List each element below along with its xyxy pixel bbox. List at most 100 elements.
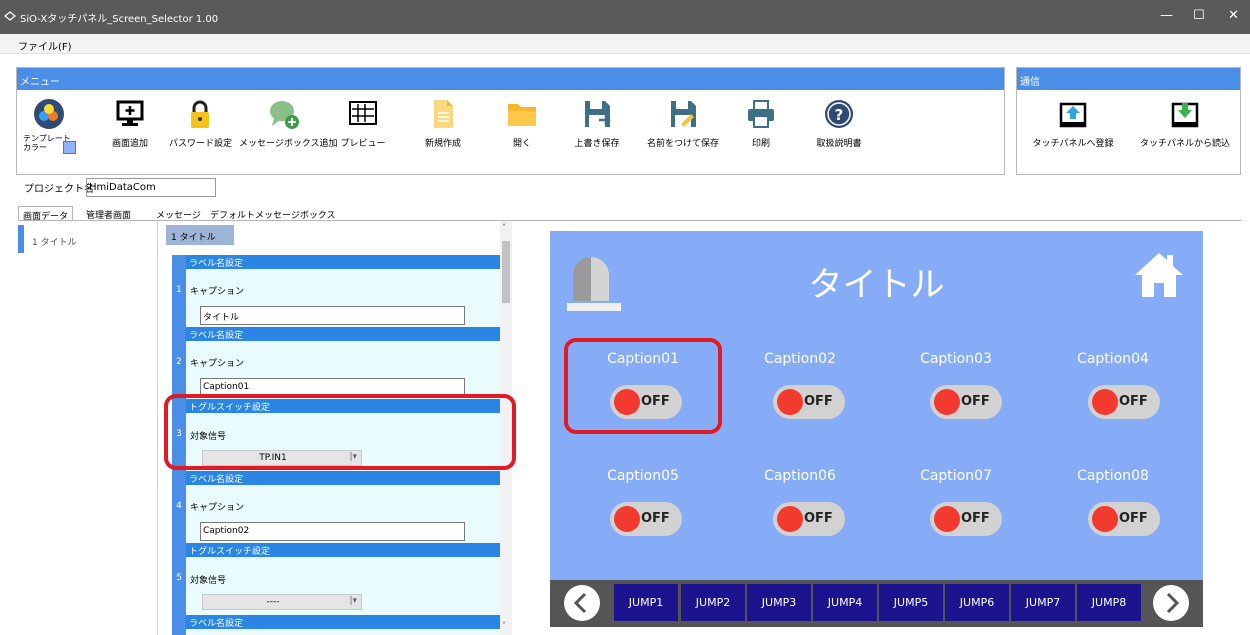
jump-button[interactable]: JUMP3: [747, 584, 811, 621]
jump-button[interactable]: JUMP6: [945, 584, 1009, 621]
editor-header: 1 タイトル: [166, 225, 234, 245]
section-header: ラベル名設定: [186, 471, 501, 485]
download-icon: [1171, 102, 1199, 128]
jump-button[interactable]: JUMP1: [614, 584, 678, 621]
save-icon: [585, 101, 611, 127]
toggle-switch[interactable]: OFF: [930, 502, 1002, 536]
selection-indicator: [18, 225, 24, 253]
project-name-label: プロジェクト名: [24, 184, 94, 195]
open-button[interactable]: 開く: [497, 98, 547, 150]
print-button[interactable]: 印刷: [737, 98, 785, 150]
scroll-up-icon[interactable]: ˄: [502, 223, 506, 232]
jump-button[interactable]: JUMP8: [1077, 584, 1141, 621]
menu-group: メニュー テンプレート カラー 画面追加 パスワード設定 メッセージボックス追加: [16, 67, 1005, 175]
project-name-input[interactable]: HmiDataCom: [86, 178, 216, 197]
row-number: 1: [172, 255, 186, 327]
read-from-panel-button[interactable]: タッチパネルから読込: [1137, 98, 1233, 150]
file-menu[interactable]: ファイル(F): [18, 38, 72, 53]
caption-input[interactable]: Caption02: [200, 522, 465, 541]
section-header: トグルスイッチ設定: [186, 543, 501, 557]
tool-label: テンプレート カラー: [23, 134, 71, 152]
jump-button[interactable]: JUMP2: [681, 584, 745, 621]
comm-group: 通信 タッチパネルへ登録 タッチパネルから読込: [1016, 67, 1241, 175]
toggle-switch[interactable]: OFF: [610, 502, 682, 536]
jump-button[interactable]: JUMP5: [879, 584, 943, 621]
scroll-down-icon[interactable]: ˅: [502, 621, 506, 630]
jump-nav-bar: JUMP1 JUMP2 JUMP3 JUMP4 JUMP5 JUMP6 JUMP…: [550, 580, 1203, 627]
maximize-button[interactable]: ☐: [1193, 8, 1205, 23]
preview-button[interactable]: プレビュー: [337, 98, 389, 150]
tool-label: 新規作成: [424, 139, 461, 149]
highlight-box: [564, 338, 722, 434]
home-icon[interactable]: [1133, 251, 1185, 299]
toggle-switch[interactable]: OFF: [1088, 385, 1160, 419]
editor-row: 2 ラベル名設定 キャプション Caption01: [172, 327, 501, 399]
svg-text:?: ?: [835, 106, 844, 124]
tool-label: 開く: [512, 139, 531, 149]
field-label: 対象信号: [190, 576, 227, 586]
tool-label: 印刷: [751, 139, 770, 149]
tab-message[interactable]: メッセージ: [152, 206, 205, 221]
section-header: ラベル名設定: [186, 255, 501, 269]
menu-bar: ファイル(F): [0, 34, 1250, 54]
password-button[interactable]: パスワード設定: [169, 98, 232, 150]
tool-label: 取扱説明書: [816, 139, 862, 149]
window-title: SiO-Xタッチパネル_Screen_Selector 1.00: [20, 14, 219, 25]
help-icon: ?: [825, 100, 853, 128]
tool-label: プレビュー: [340, 139, 386, 149]
screen-title: タイトル: [808, 265, 945, 305]
add-screen-button[interactable]: 画面追加: [105, 98, 155, 150]
tool-label: タッチパネルから読込: [1139, 139, 1230, 149]
comm-group-header: 通信: [1017, 68, 1240, 90]
jump-button[interactable]: JUMP4: [813, 584, 877, 621]
editor-row: 1 ラベル名設定 キャプション タイトル: [172, 255, 501, 327]
palette-icon: [34, 99, 64, 129]
section-header: ラベル名設定: [186, 615, 501, 629]
add-message-box-button[interactable]: メッセージボックス追加: [239, 98, 338, 150]
editor-row: ラベル名設定: [172, 615, 501, 635]
register-to-panel-button[interactable]: タッチパネルへ登録: [1031, 98, 1115, 150]
caption-input[interactable]: タイトル: [200, 306, 465, 325]
toggle-switch[interactable]: OFF: [930, 385, 1002, 419]
close-button[interactable]: ✕: [1228, 8, 1239, 23]
section-header: ラベル名設定: [186, 327, 501, 341]
tool-label: 名前をつけて保存: [646, 139, 719, 149]
upload-icon: [1059, 102, 1087, 128]
new-file-button[interactable]: 新規作成: [417, 98, 469, 150]
jump-button[interactable]: JUMP7: [1011, 584, 1075, 621]
grid-preview-icon: [349, 101, 377, 125]
highlight-box: [164, 394, 516, 470]
row-number: [172, 615, 186, 635]
tab-screen-data[interactable]: 画面データ: [18, 206, 74, 222]
template-color-button[interactable]: テンプレート カラー: [23, 98, 76, 154]
toggle-switch[interactable]: OFF: [1088, 502, 1160, 536]
list-item[interactable]: 1 タイトル: [32, 235, 77, 248]
tab-default-message-box[interactable]: デフォルトメッセージボックス: [206, 206, 340, 221]
row-number: 2: [172, 327, 186, 399]
field-label: キャプション: [190, 503, 245, 513]
minimize-button[interactable]: —: [1160, 8, 1173, 23]
chevron-down-icon: |▾: [349, 596, 357, 606]
tool-label: タッチパネルへ登録: [1032, 139, 1114, 149]
caption-label: Caption07: [920, 468, 992, 484]
save-button[interactable]: 上書き保存: [565, 98, 629, 150]
toggle-switch[interactable]: OFF: [773, 502, 845, 536]
tab-admin-screen[interactable]: 管理者画面: [82, 206, 135, 221]
prev-arrow-icon: [573, 592, 587, 614]
caption-label: Caption08: [1077, 468, 1149, 484]
color-swatch[interactable]: [63, 141, 76, 154]
next-button[interactable]: [1153, 585, 1189, 621]
tool-label: メッセージボックス追加: [239, 139, 338, 149]
caption-label: Caption06: [764, 468, 836, 484]
prev-button[interactable]: [564, 585, 600, 621]
field-label: キャプション: [190, 287, 245, 297]
scroll-thumb[interactable]: [502, 241, 510, 303]
save-as-button[interactable]: 名前をつけて保存: [643, 98, 723, 150]
caption-label: Caption05: [607, 468, 679, 484]
caption-label: Caption04: [1077, 351, 1149, 367]
tool-label: 画面追加: [111, 139, 148, 149]
toggle-switch[interactable]: OFF: [773, 385, 845, 419]
signal-select[interactable]: ---- |▾: [202, 594, 362, 610]
manual-button[interactable]: ? 取扱説明書: [807, 98, 871, 150]
editor-row: 4 ラベル名設定 キャプション Caption02: [172, 471, 501, 543]
